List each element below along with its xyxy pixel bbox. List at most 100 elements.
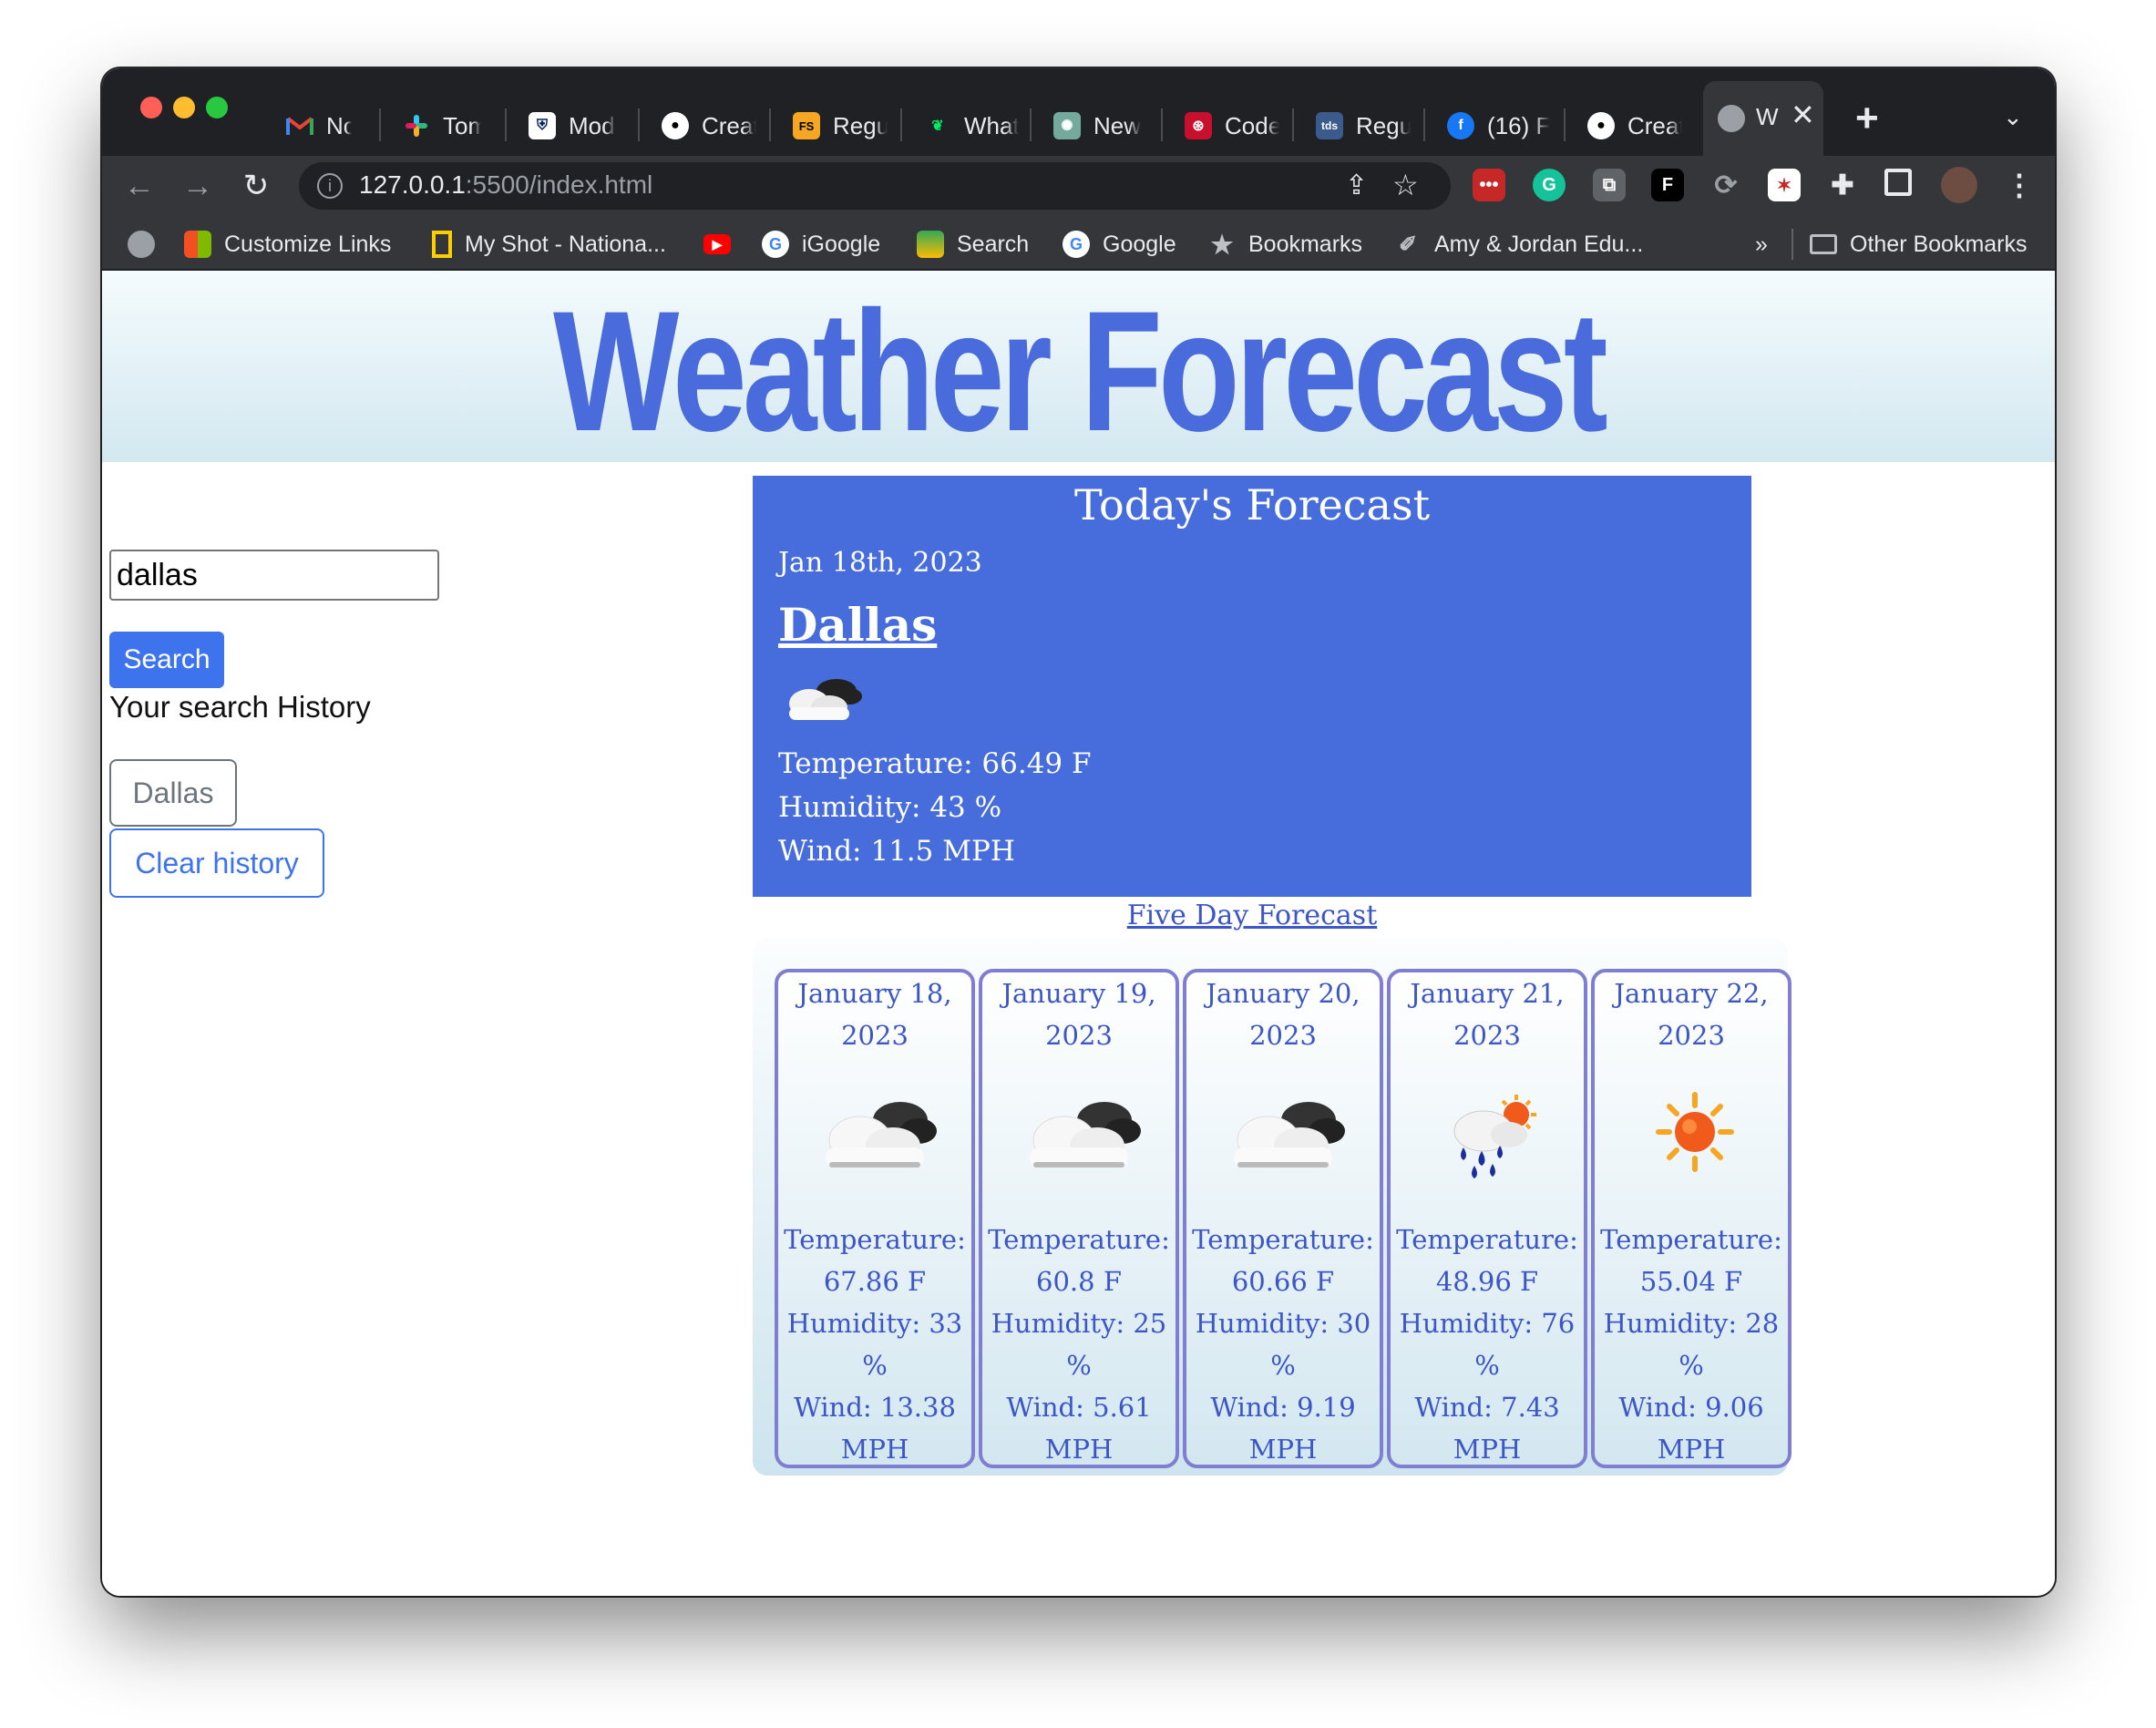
forecast-card: January 22, 2023 Temperature: 55.04 F Hu… <box>1591 969 1792 1468</box>
bookmark-customize-links[interactable]: Customize Links <box>184 229 391 260</box>
extension-f-icon[interactable]: F <box>1651 169 1684 201</box>
bookmark-search[interactable]: Search <box>917 229 1029 260</box>
forecast-temperature: Temperature: 60.66 F <box>1192 1224 1374 1297</box>
forecast-stats: Temperature: 48.96 F Humidity: 76 % Wind… <box>1391 1219 1584 1470</box>
slack-icon <box>403 112 430 139</box>
bookmark-google[interactable]: G Google <box>1063 229 1176 260</box>
github-icon: ● <box>662 112 689 139</box>
extension-star-icon[interactable]: ✶ <box>1768 169 1801 201</box>
bookmark-amy-jordan[interactable]: ✐ Amy & Jordan Edu... <box>1394 229 1643 260</box>
cloudy-icon <box>1019 1091 1146 1185</box>
penn-icon: ⛨ <box>529 112 556 139</box>
star-icon: ★ <box>1210 230 1234 259</box>
forecast-wind: Wind: 9.19 MPH <box>1210 1392 1356 1465</box>
extension-lastpass-icon[interactable]: ••• <box>1473 169 1505 201</box>
facebook-icon: f <box>1447 112 1474 139</box>
bookmark-globe[interactable] <box>128 229 168 260</box>
sun-icon <box>1631 1091 1759 1185</box>
globe-icon <box>128 231 155 258</box>
forecast-date: January 18, 2023 <box>797 978 952 1051</box>
tab-gmail[interactable]: Notifi <box>275 96 363 156</box>
youtube-icon: ▶ <box>703 234 731 254</box>
reload-button[interactable]: ↻ <box>235 165 277 207</box>
bookmark-youtube[interactable]: ▶ <box>703 229 744 260</box>
bookmarks-bar: Customize Links My Shot - Nationa... ▶ G… <box>102 216 2055 271</box>
bookmarks-overflow-button[interactable]: » <box>1755 229 1768 260</box>
tab-github-1[interactable]: ● Creat <box>651 96 767 156</box>
minimize-window-button[interactable] <box>173 97 195 118</box>
maximize-window-button[interactable] <box>206 97 228 118</box>
tab-codesignal[interactable]: ⊛ Code <box>1174 96 1290 156</box>
forecast-humidity: Humidity: 33 % <box>786 1308 963 1381</box>
tab-tds[interactable]: tds Regul <box>1305 96 1422 156</box>
today-forecast-heading: Today's Forecast <box>1073 480 1431 530</box>
tab-active-weather[interactable]: W ✕ <box>1703 81 1823 156</box>
today-date: Jan 18th, 2023 <box>778 547 982 579</box>
today-forecast-panel: Today's Forecast Jan 18th, 2023 Dallas T… <box>753 476 1751 897</box>
codesignal-icon: ⊛ <box>1185 112 1212 139</box>
gmail-icon <box>286 112 313 139</box>
extension-screencast-icon[interactable]: ⧉ <box>1593 169 1626 201</box>
other-bookmarks[interactable]: Other Bookmarks <box>1810 229 2028 260</box>
forecast-temperature: Temperature: 60.8 F <box>988 1224 1170 1297</box>
forward-button[interactable]: → <box>177 165 219 207</box>
tab-search-chevron-icon[interactable]: ⌄ <box>2003 103 2023 131</box>
new-tab-button[interactable]: + <box>1855 96 1879 141</box>
extension-grammarly-icon[interactable]: G <box>1533 169 1566 201</box>
share-icon[interactable]: ⇪ <box>1345 170 1368 201</box>
partly-cloudy-icon <box>782 673 864 727</box>
fs-icon: FS <box>793 112 820 139</box>
forecast-date: January 21, 2023 <box>1410 978 1565 1051</box>
tab-penn[interactable]: ⛨ Modu <box>518 96 627 156</box>
five-day-forecast-container: January 18, 2023 Temperature: 67.86 F Hu… <box>753 938 1792 1476</box>
close-window-button[interactable] <box>140 97 162 118</box>
search-input[interactable] <box>109 550 439 601</box>
history-item-dallas[interactable]: Dallas <box>109 759 237 827</box>
mongodb-icon: ❦ <box>931 118 944 134</box>
bookmark-star-icon[interactable]: ☆ <box>1392 168 1419 202</box>
extensions-puzzle-icon[interactable]: ✚ <box>1826 169 1859 201</box>
tab-facebook[interactable]: f (16) F <box>1436 96 1562 156</box>
back-button[interactable]: ← <box>118 165 160 207</box>
forecast-wind: Wind: 9.06 MPH <box>1618 1392 1764 1465</box>
forecast-wind: Wind: 13.38 MPH <box>794 1392 956 1465</box>
forecast-temperature: Temperature: 48.96 F <box>1396 1224 1578 1297</box>
site-info-icon[interactable]: i <box>317 173 343 199</box>
tab-strip: Notifi Tom V ⛨ Modu ● Creat FS Regul ❦ W… <box>102 68 2055 156</box>
close-tab-icon[interactable]: ✕ <box>1791 98 1815 132</box>
tab-slack[interactable]: Tom V <box>392 96 492 156</box>
page-title: Weather Forecast <box>552 275 1608 467</box>
clear-history-button[interactable]: Clear history <box>109 828 324 898</box>
tab-mongodb[interactable]: ❦ What <box>913 96 1030 156</box>
natgeo-icon <box>432 231 452 258</box>
forecast-stats: Temperature: 67.86 F Humidity: 33 % Wind… <box>778 1219 971 1470</box>
forecast-humidity: Humidity: 25 % <box>991 1308 1167 1381</box>
search-history-label: Your search History <box>109 690 371 724</box>
search-button[interactable]: Search <box>109 632 224 688</box>
bookmark-my-shot[interactable]: My Shot - Nationa... <box>432 229 666 260</box>
forecast-wind: Wind: 7.43 MPH <box>1414 1392 1560 1465</box>
extension-sync-icon[interactable]: ⟳ <box>1709 169 1742 201</box>
forecast-wind: Wind: 5.61 MPH <box>1006 1392 1152 1465</box>
tab-fs[interactable]: FS Regul <box>782 96 898 156</box>
forecast-temperature: Temperature: 67.86 F <box>784 1224 966 1297</box>
five-day-forecast-link[interactable]: Five Day Forecast <box>753 900 1751 931</box>
side-panel-icon[interactable] <box>1884 169 1912 196</box>
profile-avatar[interactable] <box>1941 167 1977 203</box>
bookmark-igoogle[interactable]: G iGoogle <box>762 229 880 260</box>
forecast-temperature: Temperature: 55.04 F <box>1600 1224 1782 1297</box>
today-city: Dallas <box>778 598 938 652</box>
tab-github-2[interactable]: ● Creat <box>1576 96 1693 156</box>
forecast-humidity: Humidity: 76 % <box>1399 1308 1576 1381</box>
bookmark-bookmarks[interactable]: ★ Bookmarks <box>1208 229 1362 260</box>
google-icon: G <box>762 231 789 258</box>
page-header: Weather Forecast <box>102 271 2055 462</box>
forecast-stats: Temperature: 55.04 F Humidity: 28 % Wind… <box>1595 1219 1788 1470</box>
forecast-date: January 19, 2023 <box>1001 978 1156 1051</box>
menu-kebab-icon[interactable]: ⋮ <box>2003 169 2036 201</box>
address-bar[interactable]: i 127.0.0.1:5500/index.html ⇪ ☆ <box>299 162 1451 210</box>
google-icon: G <box>1063 231 1090 258</box>
forecast-card: January 21, 2023 Temperature: 48.96 F Hu… <box>1387 969 1587 1468</box>
tab-chatgpt[interactable]: ✺ New <box>1042 96 1159 156</box>
forecast-humidity: Humidity: 28 % <box>1603 1308 1780 1381</box>
